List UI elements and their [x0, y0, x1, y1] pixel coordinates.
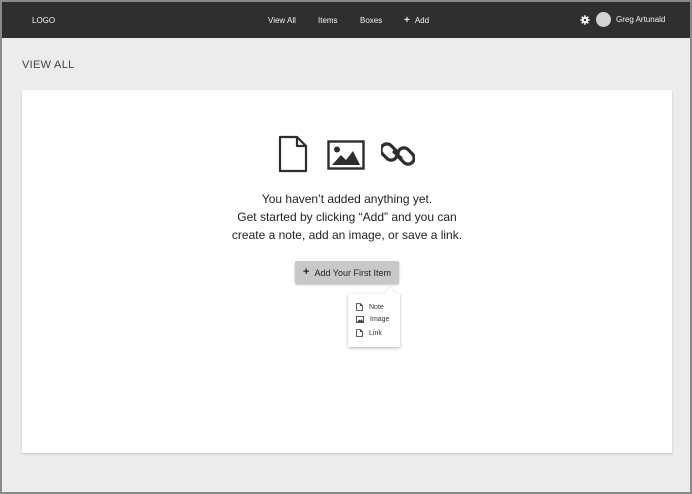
add-first-item-label: Add Your First Item	[314, 267, 391, 278]
menu-item-label: Note	[369, 303, 384, 311]
gear-icon[interactable]	[580, 14, 590, 25]
top-navigation-bar: LOGO View All Items Boxes + Add Greg Art…	[2, 2, 690, 38]
user-menu[interactable]: Greg Artunald	[580, 12, 665, 27]
nav-view-all[interactable]: View All	[268, 16, 296, 25]
link-icon	[381, 142, 415, 166]
menu-item-image[interactable]: Image	[356, 316, 389, 323]
menu-item-note[interactable]: Note	[356, 303, 384, 311]
empty-state-message-line-2: Get started by clicking “Add” and you ca…	[237, 210, 457, 224]
nav-boxes[interactable]: Boxes	[360, 16, 382, 25]
dropdown-caret	[384, 287, 396, 299]
document-icon	[278, 135, 308, 173]
page-title: VIEW ALL	[22, 59, 75, 71]
user-name[interactable]: Greg Artunald	[616, 15, 665, 24]
empty-state-message-line-3: create a note, add an image, or save a l…	[231, 228, 463, 242]
empty-state-card: You haven’t added anything yet. Get star…	[22, 90, 672, 453]
app-window: LOGO View All Items Boxes + Add Greg Art…	[0, 0, 692, 494]
document-icon	[356, 329, 363, 337]
empty-state-message-line-1: You haven’t added anything yet.	[261, 192, 433, 206]
menu-item-link[interactable]: Link	[356, 329, 382, 337]
add-first-item-button[interactable]: + Add Your First Item	[295, 261, 399, 284]
plus-icon: +	[404, 14, 410, 26]
nav-items[interactable]: Items	[318, 16, 338, 25]
plus-icon: +	[303, 266, 310, 278]
document-icon	[356, 303, 363, 311]
logo[interactable]: LOGO	[32, 16, 55, 25]
image-icon	[327, 140, 365, 170]
menu-item-label: Image	[370, 316, 390, 323]
avatar[interactable]	[596, 12, 611, 27]
menu-item-label: Link	[369, 329, 382, 337]
add-item-dropdown: Note Image Link	[348, 287, 400, 347]
nav-add[interactable]: + Add	[404, 14, 430, 26]
empty-state-icons	[277, 135, 417, 175]
image-icon	[356, 316, 364, 323]
nav-add-label: Add	[414, 16, 430, 25]
